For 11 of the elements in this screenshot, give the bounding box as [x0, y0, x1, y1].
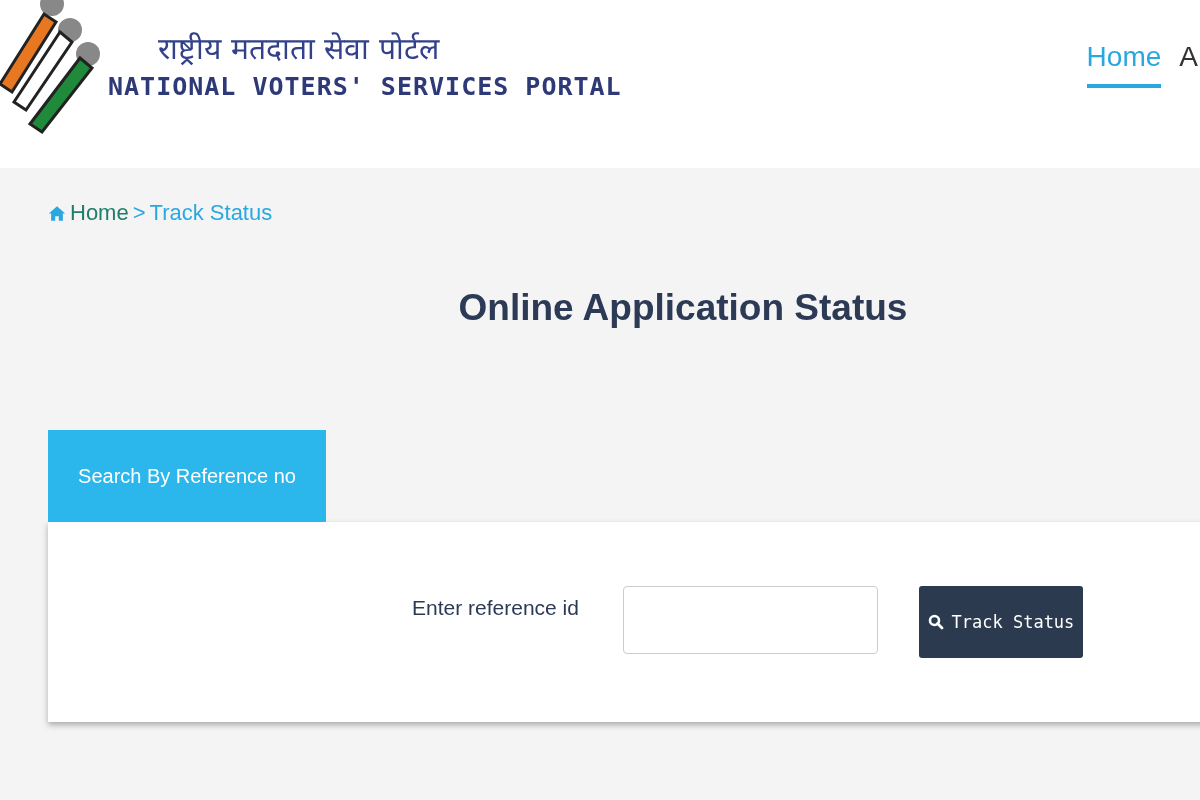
nav-link[interactable]: Home: [1086, 40, 1162, 88]
portal-title-hindi: राष्ट्रीय मतदाता सेवा पोर्टल: [158, 30, 439, 68]
field-label: Enter reference id: [412, 596, 579, 620]
breadcrumb-home-link[interactable]: Home: [70, 200, 129, 226]
track-status-button[interactable]: Track Status: [918, 586, 1083, 658]
nav-link[interactable]: A: [1179, 40, 1198, 88]
breadcrumb-current: Track Status: [149, 200, 273, 226]
breadcrumb-separator: >: [132, 200, 146, 226]
page-title: Online Application Status: [457, 286, 909, 330]
portal-title: NATIONAL VOTERS' SERVICES PORTAL: [108, 71, 622, 103]
search-tab[interactable]: Search By Reference no: [48, 430, 326, 522]
